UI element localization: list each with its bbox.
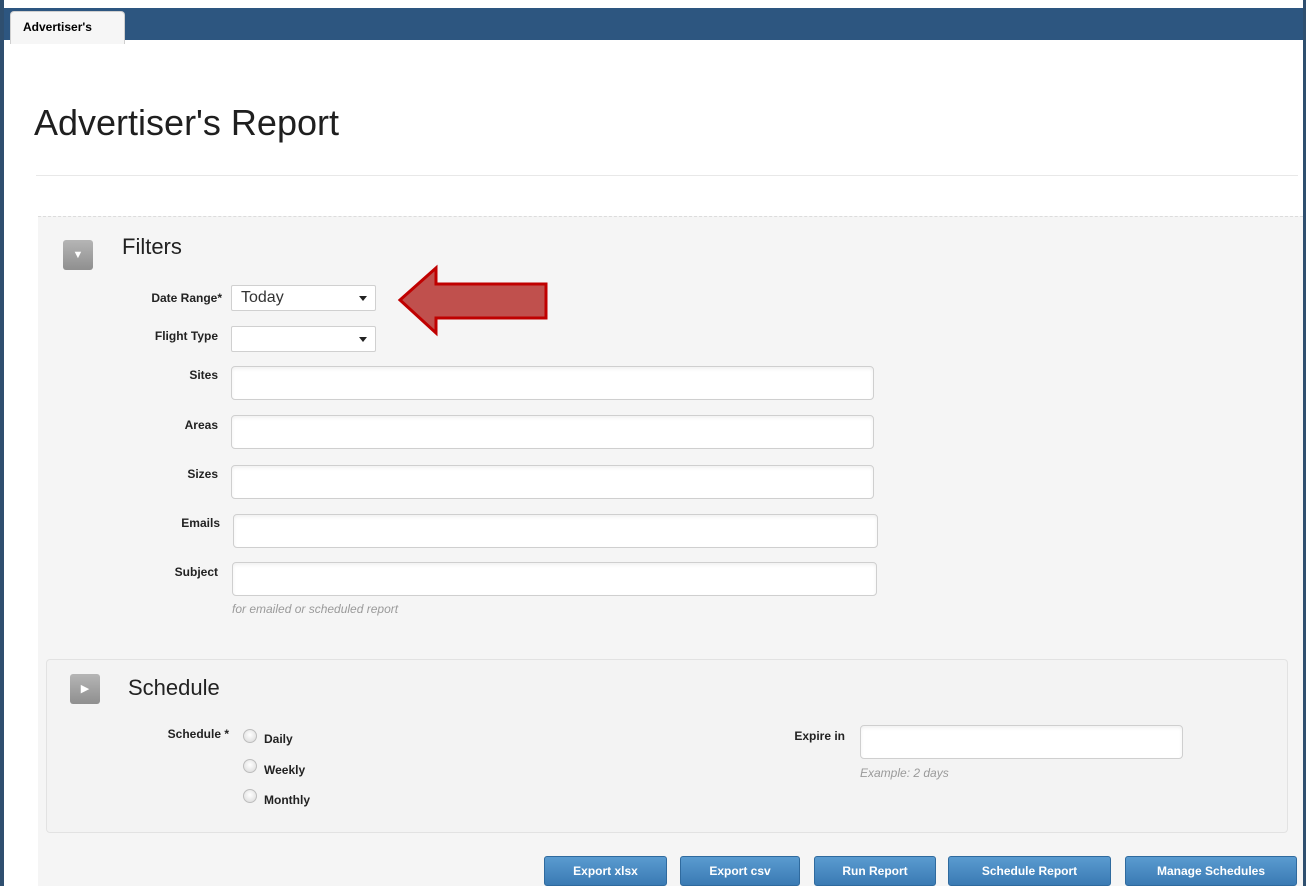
radio-daily-label: Daily xyxy=(264,732,293,746)
subject-label: Subject xyxy=(174,565,218,579)
emails-input[interactable] xyxy=(233,514,878,548)
radio-monthly[interactable] xyxy=(243,789,257,803)
export-csv-button[interactable]: Export csv xyxy=(680,856,800,886)
export-xlsx-button[interactable]: Export xlsx xyxy=(544,856,667,886)
tab-label: Advertiser's xyxy=(23,20,92,34)
annotation-arrow-icon xyxy=(397,264,548,337)
sizes-input[interactable] xyxy=(231,465,874,499)
filters-section-title: Filters xyxy=(122,234,182,259)
schedule-report-button[interactable]: Schedule Report xyxy=(948,856,1111,886)
chevron-down-icon xyxy=(359,296,367,301)
expire-in-label: Expire in xyxy=(794,729,845,743)
schedule-label: Schedule * xyxy=(167,727,229,741)
expire-in-input[interactable] xyxy=(860,725,1183,759)
schedule-section-title: Schedule xyxy=(128,675,220,700)
schedule-toggle-button[interactable]: ▶ xyxy=(70,674,100,704)
page-title: Advertiser's Report xyxy=(34,102,339,143)
radio-weekly-label: Weekly xyxy=(264,763,306,777)
radio-daily[interactable] xyxy=(243,729,257,743)
sites-label: Sites xyxy=(189,368,218,382)
emails-label: Emails xyxy=(181,516,220,530)
subject-hint: for emailed or scheduled report xyxy=(232,602,399,616)
top-nav-bar xyxy=(4,8,1303,40)
triangle-right-icon: ▶ xyxy=(80,683,90,695)
sizes-label: Sizes xyxy=(187,467,218,481)
filters-toggle-button[interactable]: ▼ xyxy=(63,240,93,270)
areas-input[interactable] xyxy=(231,415,874,449)
areas-label: Areas xyxy=(184,418,218,432)
date-range-label: Date Range* xyxy=(151,291,222,305)
flight-type-label: Flight Type xyxy=(154,329,218,343)
sites-input[interactable] xyxy=(231,366,874,400)
title-divider xyxy=(36,175,1298,176)
flight-type-select[interactable] xyxy=(231,326,376,352)
radio-weekly[interactable] xyxy=(243,759,257,773)
expire-in-hint: Example: 2 days xyxy=(860,766,949,780)
date-range-select[interactable]: Today xyxy=(231,285,376,311)
run-report-button[interactable]: Run Report xyxy=(814,856,936,886)
triangle-down-icon: ▼ xyxy=(72,249,84,261)
date-range-value: Today xyxy=(241,289,284,306)
tab-advertisers[interactable]: Advertiser's xyxy=(10,11,125,44)
manage-schedules-button[interactable]: Manage Schedules xyxy=(1125,856,1297,886)
radio-monthly-label: Monthly xyxy=(264,793,310,807)
subject-input[interactable] xyxy=(232,562,877,596)
chevron-down-icon xyxy=(359,337,367,342)
